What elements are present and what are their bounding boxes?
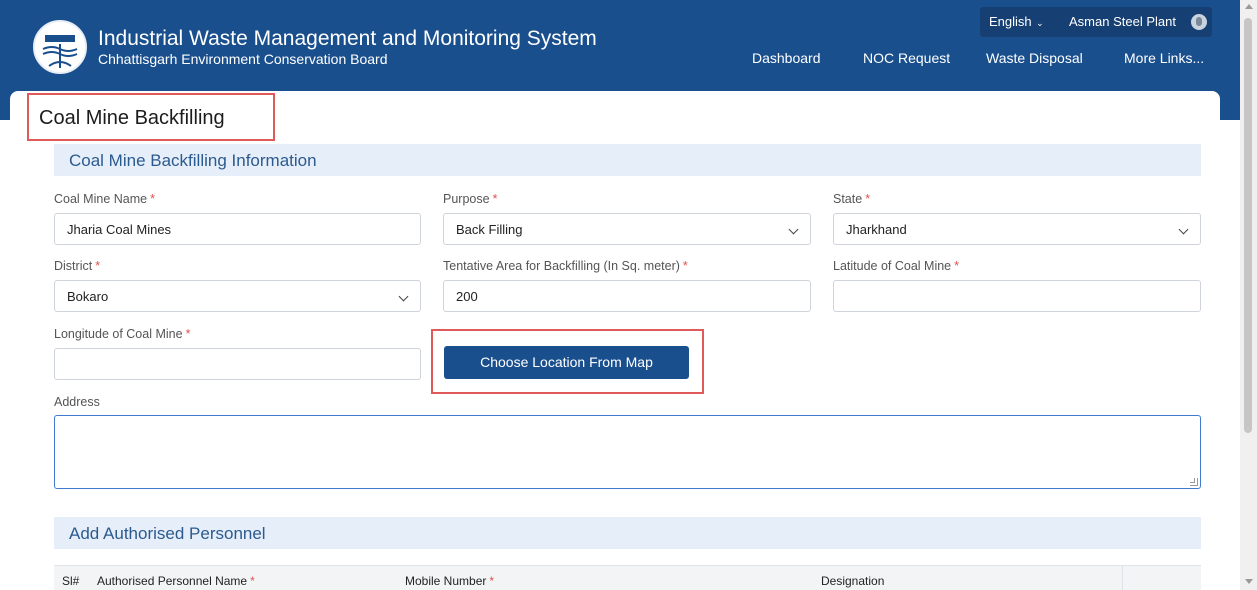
page-title: Coal Mine Backfilling [27, 93, 275, 141]
nav-more-links[interactable]: More Links... [1124, 50, 1204, 66]
language-label: English [989, 14, 1032, 29]
choose-location-map-button[interactable]: Choose Location From Map [444, 346, 689, 379]
district-select[interactable]: Bokaro [54, 280, 421, 312]
required-mark: * [250, 574, 255, 588]
state-select[interactable]: Jharkhand [833, 213, 1201, 245]
page-title-text: Coal Mine Backfilling [39, 107, 225, 129]
label-text: Tentative Area for Backfilling (In Sq. m… [443, 259, 680, 273]
label-text: Longitude of Coal Mine [54, 327, 183, 341]
required-mark: * [95, 259, 101, 273]
area-input[interactable] [456, 289, 782, 304]
chevron-down-icon: ⌄ [1033, 18, 1044, 28]
area-field[interactable] [443, 280, 811, 312]
purpose-value: Back Filling [456, 222, 523, 237]
app-title: Industrial Waste Management and Monitori… [98, 27, 597, 50]
required-mark: * [150, 192, 155, 206]
label-text: Coal Mine Name [54, 192, 148, 206]
scroll-up-icon[interactable] [1245, 4, 1253, 9]
scroll-down-icon[interactable] [1245, 579, 1253, 584]
nav-waste-disposal[interactable]: Waste Disposal [986, 50, 1083, 66]
district-value: Bokaro [67, 289, 109, 304]
coal-mine-name-label: Coal Mine Name * [54, 192, 155, 206]
chevron-down-icon [788, 224, 799, 235]
label-text: Purpose [443, 192, 490, 206]
label-text: State [833, 192, 863, 206]
app-subtitle: Chhattisgarh Environment Conservation Bo… [98, 51, 388, 67]
purpose-label: Purpose * [443, 192, 497, 206]
nav-noc-request[interactable]: NOC Request [863, 50, 950, 66]
column-header-text: Mobile Number [405, 574, 487, 588]
section-title: Coal Mine Backfilling Information [69, 151, 317, 170]
purpose-select[interactable]: Back Filling [443, 213, 811, 245]
page-scrollbar[interactable] [1240, 0, 1257, 590]
user-menu[interactable]: Asman Steel Plant [1069, 14, 1176, 29]
latitude-label: Latitude of Coal Mine * [833, 259, 959, 273]
column-divider [1122, 566, 1123, 590]
coal-mine-name-field[interactable] [54, 213, 421, 245]
chevron-down-icon [398, 291, 409, 302]
label-text: Latitude of Coal Mine [833, 259, 952, 273]
label-text: District [54, 259, 93, 273]
personnel-table-header: Sl# Authorised Personnel Name * Mobile Nu… [54, 565, 1201, 590]
required-mark: * [954, 259, 960, 273]
column-header-mobile: Mobile Number * [405, 574, 494, 588]
section-title: Add Authorised Personnel [69, 524, 266, 543]
latitude-field[interactable] [833, 280, 1201, 312]
address-label: Address [54, 395, 100, 409]
longitude-input[interactable] [67, 357, 392, 372]
longitude-label: Longitude of Coal Mine * [54, 327, 190, 341]
column-header-designation: Designation [821, 574, 885, 588]
section-header-info: Coal Mine Backfilling Information [54, 144, 1201, 176]
required-mark: * [185, 327, 191, 341]
language-selector[interactable]: English ⌄ [989, 14, 1044, 29]
user-avatar-icon[interactable] [1191, 14, 1207, 30]
chevron-down-icon [1178, 224, 1189, 235]
column-header-sl: Sl# [62, 574, 80, 588]
section-header-personnel: Add Authorised Personnel [54, 517, 1201, 549]
required-mark: * [489, 574, 495, 588]
resize-handle-icon[interactable] [1190, 478, 1198, 486]
state-label: State * [833, 192, 870, 206]
required-mark: * [865, 192, 871, 206]
required-mark: * [682, 259, 688, 273]
column-header-text: Authorised Personnel Name [97, 574, 248, 588]
board-logo-icon [33, 20, 87, 74]
state-value: Jharkhand [846, 222, 907, 237]
area-label: Tentative Area for Backfilling (In Sq. m… [443, 259, 688, 273]
address-textarea[interactable] [54, 415, 1201, 489]
column-header-name: Authorised Personnel Name * [97, 574, 255, 588]
nav-dashboard[interactable]: Dashboard [752, 50, 821, 66]
top-utility-bar: English ⌄ Asman Steel Plant [980, 7, 1212, 37]
coal-mine-name-input[interactable] [67, 222, 392, 237]
required-mark: * [492, 192, 498, 206]
longitude-field[interactable] [54, 348, 421, 380]
latitude-input[interactable] [846, 289, 1172, 304]
scrollbar-thumb[interactable] [1244, 18, 1252, 433]
district-label: District * [54, 259, 100, 273]
